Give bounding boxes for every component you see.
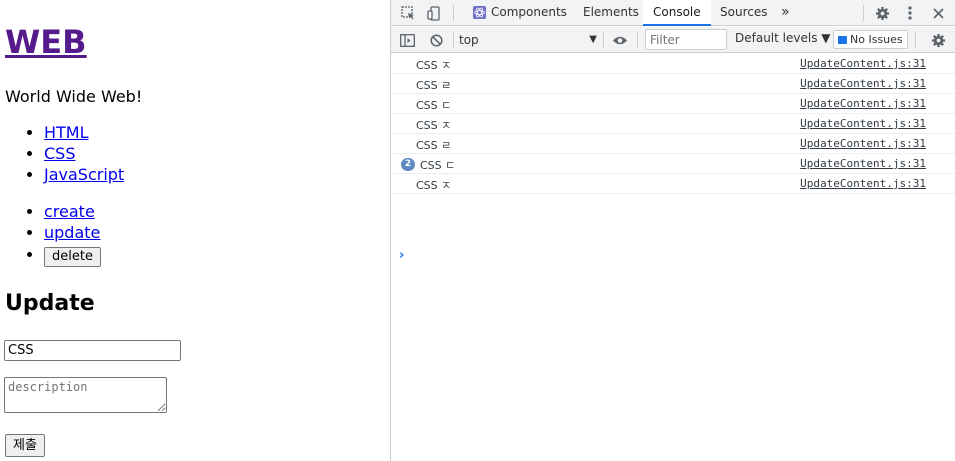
issues-label: No Issues	[850, 33, 903, 46]
react-icon	[473, 6, 486, 19]
page-title: WEB	[5, 22, 87, 62]
control-item-delete: delete	[44, 243, 101, 267]
console-toolbar: top ▼ Default levels ▼ No Issues	[391, 27, 955, 53]
filter-input[interactable]	[645, 29, 727, 50]
repeat-count-badge: 2	[401, 158, 415, 171]
console-row: 2 CSS ㄷ UpdateContent.js:31	[391, 154, 955, 174]
log-message: CSS ㄹ	[416, 139, 452, 152]
nav-list: HTML CSS JavaScript	[22, 122, 124, 185]
log-source-link[interactable]: UpdateContent.js:31	[800, 97, 926, 110]
context-selector[interactable]: top ▼	[459, 30, 599, 50]
log-message: CSS ㄷ	[420, 159, 456, 172]
live-expression-eye-icon[interactable]	[607, 27, 633, 53]
tab-sources[interactable]: Sources	[710, 0, 777, 26]
description-input[interactable]	[4, 377, 167, 413]
control-list: create update delete	[22, 201, 101, 267]
console-row: CSS ㅈ UpdateContent.js:31	[391, 174, 955, 194]
nav-item-html: HTML	[44, 122, 124, 143]
log-message: CSS ㅈ	[416, 179, 452, 192]
context-value: top	[459, 33, 479, 47]
nav-link-javascript[interactable]: JavaScript	[44, 165, 124, 184]
update-link[interactable]: update	[44, 223, 100, 242]
issues-flag-icon	[838, 36, 847, 44]
close-icon[interactable]	[925, 0, 951, 26]
tabbar-separator	[453, 5, 454, 21]
log-message: CSS ㄷ	[416, 99, 452, 112]
toolbar-separator-4	[915, 32, 916, 48]
console-row: CSS ㅈ UpdateContent.js:31	[391, 114, 955, 134]
more-tabs-button[interactable]: »	[771, 0, 800, 26]
issues-button[interactable]: No Issues	[833, 30, 908, 49]
console-settings-gear-icon[interactable]	[925, 27, 951, 53]
tab-components[interactable]: Components	[465, 0, 577, 26]
section-title: Update	[5, 291, 95, 316]
log-source-link[interactable]: UpdateContent.js:31	[800, 117, 926, 130]
more-options-icon[interactable]	[897, 0, 923, 26]
inspect-element-icon[interactable]	[395, 0, 421, 26]
caret-down-icon: ▼	[589, 34, 597, 45]
control-item-update: update	[44, 222, 101, 243]
console-row: CSS ㄹ UpdateContent.js:31	[391, 74, 955, 94]
log-source-link[interactable]: UpdateContent.js:31	[800, 57, 926, 70]
nav-item-javascript: JavaScript	[44, 164, 124, 185]
page-tagline: World Wide Web!	[5, 87, 143, 106]
log-source-link[interactable]: UpdateContent.js:31	[800, 77, 926, 90]
toolbar-separator	[453, 32, 454, 48]
home-link[interactable]: WEB	[5, 23, 87, 61]
settings-gear-icon[interactable]	[869, 0, 895, 26]
submit-button[interactable]: 제출	[5, 434, 45, 457]
title-input[interactable]	[4, 340, 181, 361]
toolbar-separator-2	[603, 32, 604, 48]
tab-components-label: Components	[491, 5, 567, 19]
log-message: CSS ㄹ	[416, 79, 452, 92]
tab-elements[interactable]: Elements	[573, 0, 649, 26]
create-link[interactable]: create	[44, 202, 95, 221]
log-source-link[interactable]: UpdateContent.js:31	[800, 177, 926, 190]
tab-console[interactable]: Console	[643, 0, 711, 26]
console-row: CSS ㄷ UpdateContent.js:31	[391, 94, 955, 114]
log-message: CSS ㅈ	[416, 59, 452, 72]
devtools-panel: Components Elements Console Sources » to…	[390, 0, 955, 461]
toolbar-separator-3	[637, 32, 638, 48]
log-levels-dropdown[interactable]: Default levels ▼	[735, 31, 831, 45]
tabbar-separator-right	[863, 5, 864, 21]
log-source-link[interactable]: UpdateContent.js:31	[800, 137, 926, 150]
log-message: CSS ㅈ	[416, 119, 452, 132]
web-page: WEB World Wide Web! HTML CSS JavaScript …	[0, 0, 390, 461]
delete-button[interactable]: delete	[44, 247, 101, 267]
nav-item-css: CSS	[44, 143, 124, 164]
control-item-create: create	[44, 201, 101, 222]
nav-link-html[interactable]: HTML	[44, 123, 89, 142]
console-row: CSS ㅈ UpdateContent.js:31	[391, 54, 955, 74]
clear-console-icon[interactable]	[423, 27, 449, 53]
log-source-link[interactable]: UpdateContent.js:31	[800, 157, 926, 170]
console-prompt-chevron-icon[interactable]: ›	[399, 248, 404, 263]
sidebar-toggle-icon[interactable]	[394, 27, 420, 53]
console-log: CSS ㅈ UpdateContent.js:31 CSS ㄹ UpdateCo…	[391, 54, 955, 263]
devtools-tabbar: Components Elements Console Sources »	[391, 0, 955, 26]
device-toolbar-icon[interactable]	[421, 0, 447, 26]
console-row: CSS ㄹ UpdateContent.js:31	[391, 134, 955, 154]
nav-link-css[interactable]: CSS	[44, 144, 75, 163]
